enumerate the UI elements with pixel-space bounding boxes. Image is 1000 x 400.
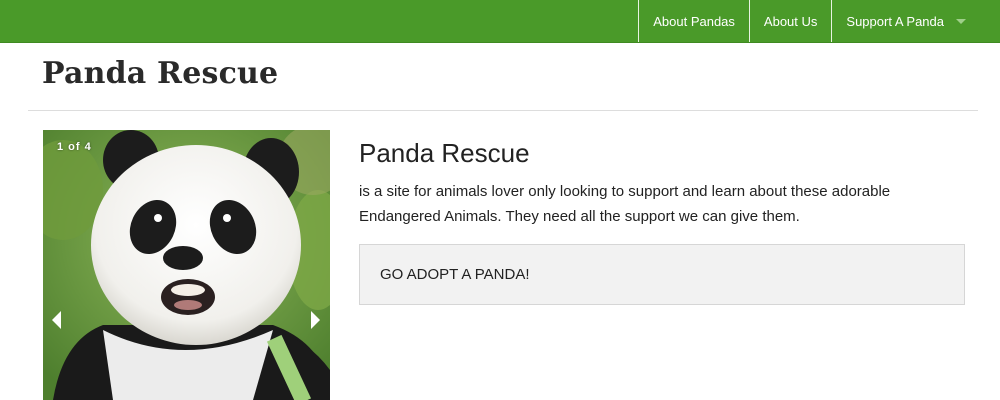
chevron-down-icon[interactable] <box>956 18 966 24</box>
nav-item-label: Support A Panda <box>846 13 944 29</box>
main-nav: About Pandas About Us Support A Panda <box>638 0 980 42</box>
image-slideshow[interactable]: 1 of 4 <box>43 130 330 400</box>
next-arrow-icon[interactable] <box>311 311 320 329</box>
header-divider <box>28 110 978 111</box>
previous-arrow-icon[interactable] <box>52 311 61 329</box>
page-title: Panda Rescue <box>359 138 530 168</box>
panda-image <box>43 130 330 400</box>
slide-counter: 1 of 4 <box>57 141 92 153</box>
nav-item-label: About Pandas <box>653 13 735 29</box>
site-title[interactable]: Panda Rescue <box>42 56 278 91</box>
adopt-panda-label: GO ADOPT A PANDA! <box>380 266 530 283</box>
nav-item-about-pandas[interactable]: About Pandas <box>638 0 749 42</box>
top-navigation-bar: About Pandas About Us Support A Panda <box>0 0 1000 43</box>
nav-item-support-a-panda[interactable]: Support A Panda <box>831 0 980 42</box>
adopt-panda-button[interactable]: GO ADOPT A PANDA! <box>359 244 965 305</box>
intro-text: is a site for animals lover only looking… <box>359 183 891 225</box>
nav-item-label: About Us <box>763 13 818 29</box>
nav-item-about-us[interactable]: About Us <box>748 0 831 42</box>
